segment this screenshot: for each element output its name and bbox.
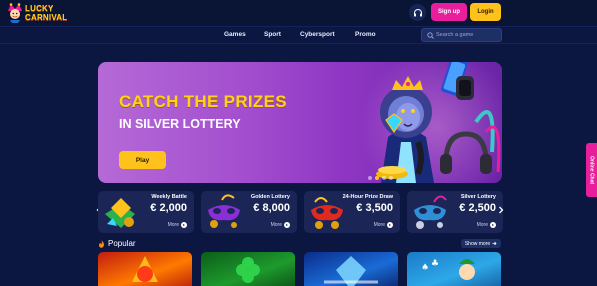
- search-input[interactable]: [436, 30, 500, 40]
- nav-item-sport[interactable]: Sport: [264, 31, 281, 38]
- carnival-mask-art: [311, 197, 343, 229]
- signup-button[interactable]: Sign up: [431, 3, 467, 21]
- jester-mascot-icon: [8, 3, 22, 23]
- game-thumbnail: [236, 257, 260, 283]
- search-icon: [427, 32, 434, 39]
- lottery-amount: € 8,000: [253, 202, 290, 214]
- lottery-more-link[interactable]: More: [477, 222, 496, 228]
- header: LUCKY CARNIVAL Sign up Login: [0, 0, 597, 26]
- brand-name-line1: LUCKY: [25, 4, 54, 13]
- lottery-more-link[interactable]: More: [271, 222, 290, 228]
- lottery-card-24-hour[interactable]: 24-Hour Prize Draw € 3,500 More: [304, 191, 400, 233]
- lottery-amount: € 2,000: [150, 202, 187, 214]
- arrow-right-icon: [284, 222, 290, 228]
- svg-text:♣: ♣: [431, 259, 439, 269]
- carnival-mask-art: [208, 194, 240, 228]
- game-thumbnail: [324, 256, 378, 286]
- arrow-right-icon: [387, 222, 393, 228]
- hero-subtitle: IN SILVER LOTTERY: [119, 117, 241, 131]
- hero-carousel-dots: [368, 176, 393, 180]
- carousel-dot[interactable]: [389, 176, 393, 180]
- gem-treasure-art: [105, 198, 135, 228]
- chevron-right-icon: [499, 206, 504, 214]
- support-button[interactable]: [409, 4, 426, 21]
- game-thumbnail: [132, 256, 158, 282]
- hero-banner[interactable]: CATCH THE PRIZES IN SILVER LOTTERY Play: [98, 62, 502, 183]
- arrow-right-icon: [490, 222, 496, 228]
- game-tile[interactable]: [201, 252, 295, 286]
- game-tile[interactable]: [304, 252, 398, 286]
- lottery-name: Golden Lottery: [250, 194, 290, 200]
- lottery-card-weekly-battle[interactable]: Weekly Battle € 2,000 More: [98, 191, 194, 233]
- lottery-amount: € 2,500: [459, 202, 496, 214]
- login-button[interactable]: Login: [470, 3, 501, 21]
- brand-name-line2: CARNIVAL: [25, 13, 68, 22]
- headset-icon: [413, 8, 422, 16]
- game-search[interactable]: [421, 28, 502, 42]
- lottery-more-link[interactable]: More: [374, 222, 393, 228]
- lottery-card-golden[interactable]: Golden Lottery € 8,000 More: [201, 191, 297, 233]
- show-more-button[interactable]: Show more: [461, 239, 501, 248]
- nav-item-cybersport[interactable]: Cybersport: [300, 31, 335, 38]
- game-tile[interactable]: ♠ ♣: [407, 252, 501, 286]
- online-chat-label: Online Chat: [588, 155, 595, 185]
- arrow-right-icon: [492, 241, 497, 246]
- lion-prizes-illustration: [376, 62, 501, 183]
- game-thumbnail: ♠ ♣: [421, 259, 475, 280]
- game-tile[interactable]: [98, 252, 192, 286]
- lottery-more-link[interactable]: More: [168, 222, 187, 228]
- carousel-dot[interactable]: [382, 176, 386, 180]
- hero-play-button[interactable]: Play: [119, 151, 166, 169]
- carnival-mask-art: [414, 195, 447, 229]
- hero-title: CATCH THE PRIZES: [119, 92, 287, 111]
- lottery-next-button[interactable]: [496, 204, 506, 216]
- main-nav: Games Sport Cybersport Promo: [0, 26, 597, 44]
- arrow-right-icon: [181, 222, 187, 228]
- lottery-amount: € 3,500: [356, 202, 393, 214]
- lottery-name: 24-Hour Prize Draw: [342, 194, 393, 200]
- online-chat-tab[interactable]: Online Chat: [586, 143, 597, 197]
- brand-logo[interactable]: LUCKY CARNIVAL: [6, 2, 70, 24]
- carousel-dot-active[interactable]: [375, 176, 379, 180]
- svg-text:♠: ♠: [421, 263, 429, 273]
- lottery-name: Weekly Battle: [151, 194, 187, 200]
- section-title: Popular: [108, 239, 136, 248]
- lottery-card-silver[interactable]: Silver Lottery € 2,500 More: [407, 191, 503, 233]
- carousel-dot[interactable]: [368, 176, 372, 180]
- nav-item-promo[interactable]: Promo: [355, 31, 376, 38]
- nav-item-games[interactable]: Games: [224, 31, 246, 38]
- popular-section-header: Popular: [98, 239, 136, 248]
- fire-icon: [99, 240, 104, 248]
- lottery-name: Silver Lottery: [460, 194, 496, 200]
